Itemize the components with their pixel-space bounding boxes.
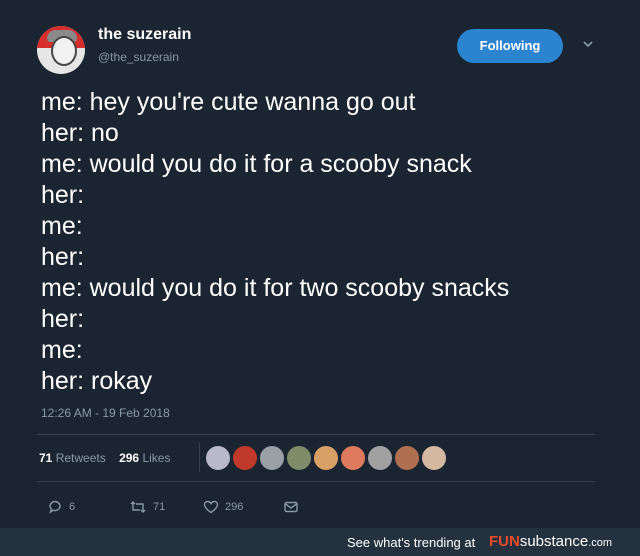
direct-message-button[interactable] — [283, 497, 299, 517]
tweet-line: her: — [41, 305, 85, 333]
retweet-button[interactable]: 71 — [129, 497, 165, 517]
retweets-label[interactable]: Retweets — [56, 451, 106, 465]
envelope-icon — [284, 501, 298, 513]
reply-icon — [49, 500, 61, 514]
user-handle[interactable]: @the_suzerain — [98, 50, 179, 64]
retweet-count: 71 — [153, 501, 166, 513]
like-count: 296 — [225, 501, 244, 513]
retweets-count[interactable]: 71 — [39, 451, 52, 465]
display-name[interactable]: the suzerain — [98, 26, 191, 44]
tweet-line: her: no — [41, 119, 119, 147]
following-button[interactable]: Following — [457, 29, 563, 63]
likes-label[interactable]: Likes — [142, 451, 170, 465]
site-footer: See what's trending at FUNsubstance.com — [0, 528, 640, 556]
liker-avatar[interactable] — [205, 445, 231, 471]
liker-avatar[interactable] — [340, 445, 366, 471]
tweet-line: her: — [41, 243, 85, 271]
tweet-card: the suzerain @the_suzerain Following me:… — [0, 0, 640, 528]
like-button[interactable]: 296 — [203, 497, 243, 517]
liker-avatar[interactable] — [286, 445, 312, 471]
divider — [37, 481, 595, 482]
tweet-line: me: — [41, 336, 83, 364]
engagement-stats: 71 Retweets 296 Likes — [39, 451, 170, 465]
brand-tld: .com — [588, 537, 613, 549]
liker-avatar[interactable] — [232, 445, 258, 471]
divider — [37, 434, 595, 435]
brand-substance: substance — [519, 533, 589, 550]
liker-avatar[interactable] — [367, 445, 393, 471]
avatar[interactable] — [37, 26, 85, 74]
liker-avatar[interactable] — [421, 445, 447, 471]
reply-button[interactable]: 6 — [47, 497, 75, 517]
tweet-line: her: rokay — [41, 367, 153, 395]
tweet-line: me: hey you're cute wanna go out — [41, 88, 416, 116]
brand-fun: FUN — [489, 533, 520, 550]
site-logo[interactable]: FUNsubstance.com — [489, 533, 612, 550]
chevron-down-icon[interactable] — [582, 38, 594, 50]
stats-separator — [199, 442, 200, 472]
tweet-line: her: — [41, 181, 85, 209]
heart-icon — [203, 500, 219, 514]
tweet-line: me: would you do it for a scooby snack — [41, 150, 472, 178]
tweet-line: me: would you do it for two scooby snack… — [41, 274, 510, 302]
footer-trending-text: See what's trending at — [347, 535, 476, 550]
liker-avatar[interactable] — [394, 445, 420, 471]
tweet-timestamp[interactable]: 12:26 AM - 19 Feb 2018 — [41, 406, 170, 420]
liker-avatar[interactable] — [259, 445, 285, 471]
tweet-text: me: hey you're cute wanna go out her: no… — [41, 87, 509, 397]
tweet-line: me: — [41, 212, 83, 240]
retweet-icon — [130, 501, 146, 513]
liker-avatar[interactable] — [313, 445, 339, 471]
reply-count: 6 — [69, 501, 76, 513]
likes-count[interactable]: 296 — [119, 451, 139, 465]
